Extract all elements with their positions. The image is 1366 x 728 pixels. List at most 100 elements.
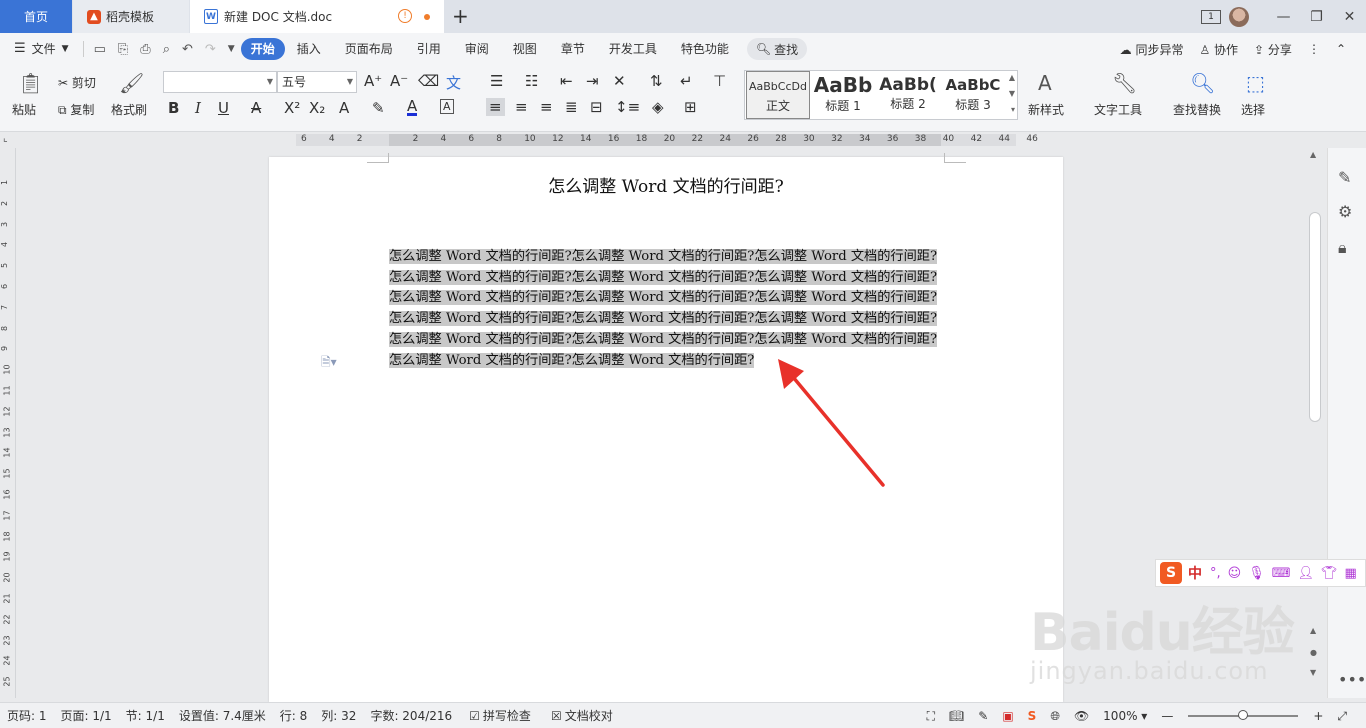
warning-icon[interactable]: ! [398,9,412,23]
bold-icon[interactable]: B [168,99,179,117]
status-page-number[interactable]: 页码: 1 [0,707,54,724]
paste-icon[interactable]: 📋︎ [18,71,43,95]
lock-icon[interactable]: 🔒︎ [1338,238,1347,258]
ime-punctuation-toggle[interactable]: °, [1210,566,1221,581]
styles-scroll-up-icon[interactable]: ▲ [1009,73,1015,82]
document-title[interactable]: 怎么调整 Word 文档的行间距? [269,172,1063,197]
char-border-icon[interactable]: A [440,99,454,114]
font-size-select[interactable]: 五号 ▼ [277,71,357,93]
tab-selector-icon[interactable]: ⌞ [3,133,8,144]
file-menu[interactable]: ☰ 文件 ▼ [0,38,79,60]
clear-format-icon[interactable]: ⌫ [418,72,439,90]
collapse-ribbon-icon[interactable]: ⌃ [1328,42,1354,56]
toolbox-icon[interactable]: ▦ [1345,566,1357,581]
zoom-slider-knob[interactable] [1238,710,1249,720]
borders-icon[interactable]: ⊞ [684,98,697,116]
style-heading-1[interactable]: AaBb 标题 1 [811,71,875,119]
scroll-up-icon[interactable]: ▲ [1310,150,1316,159]
zoom-slider[interactable] [1188,710,1299,720]
underline-icon[interactable]: U [218,99,229,117]
copy-button[interactable]: ⧉ 复制 [58,101,94,118]
grow-font-icon[interactable]: A⁺ [364,72,382,90]
tab-references[interactable]: 引用 [405,38,453,60]
more-options-icon[interactable]: ••• [1338,670,1366,689]
avatar[interactable] [1229,6,1249,27]
keyboard-icon[interactable]: ⌨ [1272,566,1291,581]
new-tab-button[interactable]: + [452,4,469,28]
tab-home[interactable]: 首页 [0,0,72,33]
restore-icon[interactable]: ❐ [1300,9,1333,25]
web-layout-icon[interactable]: 🌐︎ [1043,709,1067,724]
vertical-scrollbar[interactable]: ▲ ▲ ● ▼ [1307,148,1323,698]
adjust-icon[interactable]: ⚙ [1338,202,1352,221]
selected-text[interactable]: 怎么调整 Word 文档的行间距?怎么调整 Word 文档的行间距?怎么调整 W… [389,269,938,285]
customize-toolbar-icon[interactable]: ▼ [222,44,241,54]
tab-page-layout[interactable]: 页面布局 [333,38,405,60]
subscript-icon[interactable]: X₂ [309,99,325,117]
zoom-level[interactable]: 100% ▾ [1096,709,1154,723]
styles-expand-icon[interactable]: ▾ [1011,105,1015,114]
more-icon[interactable]: ⋮ [1300,42,1328,56]
horizontal-ruler[interactable]: ⌞ 6 4 2 2 4 6 8 10 12 14 16 18 20 22 24 26 28 30 32 34 36 38 4… [0,132,1366,148]
highlight-icon[interactable]: ✎ [372,99,385,117]
text-tools-icon[interactable]: 🔧︎ [1112,71,1137,95]
status-setting[interactable]: 设置值: 7.4厘米 [172,707,273,724]
text-line[interactable]: 怎么调整 Word 文档的行间距?怎么调整 Word 文档的行间距?怎么调整 W… [389,268,945,289]
paste-button[interactable]: 粘贴 [12,101,36,118]
font-name-select[interactable]: ▼ [163,71,277,93]
increase-indent-icon[interactable]: ⇥ [586,72,599,90]
scrollbar-thumb[interactable] [1309,212,1321,422]
ime-language-toggle[interactable]: 中 [1188,563,1202,583]
shading-icon[interactable]: ◈ [652,98,664,116]
align-left-icon[interactable]: ≡ [486,98,505,116]
sogou-status-icon[interactable]: S [1021,709,1044,723]
find-replace-icon[interactable]: 🔍︎ [1190,71,1215,95]
strikethrough-icon[interactable]: A [251,99,261,117]
tab-insert[interactable]: 插入 [285,38,333,60]
undo-icon[interactable]: ↶ [176,42,199,57]
selected-text[interactable]: 怎么调整 Word 文档的行间距?怎么调整 Word 文档的行间距?怎么调整 W… [389,311,938,327]
share-button[interactable]: ⇪ 分享 [1246,41,1300,58]
justify-icon[interactable]: ≣ [565,98,578,116]
status-word-count[interactable]: 字数: 204/216 [363,707,459,724]
eye-protection-icon[interactable]: 👁︎ [1067,709,1096,723]
superscript-icon[interactable]: X² [284,99,300,117]
pdf-icon[interactable]: ▣ [995,709,1020,723]
vertical-ruler[interactable]: 1 2 3 4 5 6 7 8 9 10 11 12 13 14 15 16 17 18 19 20 21 22 23 24 2… [0,148,16,698]
phonetic-icon[interactable]: 文 [446,72,461,93]
sort-icon[interactable]: ⇅ [650,72,663,90]
select-button[interactable]: 选择 [1241,101,1265,118]
selected-text[interactable]: 怎么调整 Word 文档的行间距?怎么调整 Word 文档的行间距? [389,352,755,368]
format-painter-button[interactable]: 格式刷 [111,101,147,118]
numbering-icon[interactable]: ☷ [525,72,538,90]
format-painter-icon[interactable]: 🖌︎ [119,71,144,95]
new-style-button[interactable]: 新样式 [1028,101,1064,118]
save-icon[interactable]: ▭ [88,42,112,57]
select-icon[interactable]: ⬚ [1246,71,1265,95]
selected-text[interactable]: 怎么调整 Word 文档的行间距?怎么调整 Word 文档的行间距?怎么调整 W… [389,249,938,264]
style-heading-3[interactable]: AaBbC 标题 3 [941,71,1005,119]
collaborate-button[interactable]: ♙ 协作 [1191,41,1246,58]
selected-text[interactable]: 怎么调整 Word 文档的行间距?怎么调整 Word 文档的行间距?怎么调整 W… [389,331,938,347]
pen-icon[interactable]: ✎ [1338,168,1351,187]
reading-mode-icon[interactable]: 📖︎ [942,709,971,723]
prev-page-icon[interactable]: ▲ [1310,626,1316,635]
find-replace-button[interactable]: 查找替换 [1173,101,1221,118]
status-page[interactable]: 页面: 1/1 [54,707,119,724]
print-preview-icon[interactable]: ⌕ [157,42,176,57]
minimize-icon[interactable]: — [1267,9,1300,25]
text-effect-icon[interactable]: A [339,99,349,117]
doc-proof-button[interactable]: ☒ 文档校对 [541,707,623,724]
zoom-in-icon[interactable]: + [1306,709,1330,723]
fit-page-icon[interactable]: ⤢ [1330,709,1354,724]
select-browse-object-icon[interactable]: ● [1310,648,1317,657]
selected-text[interactable]: 怎么调整 Word 文档的行间距?怎么调整 Word 文档的行间距?怎么调整 W… [389,290,938,306]
status-section[interactable]: 节: 1/1 [119,707,172,724]
distributed-icon[interactable]: ⊟ [590,98,603,116]
decrease-indent-icon[interactable]: ⇤ [560,72,573,90]
cut-button[interactable]: ✂ 剪切 [58,74,96,91]
tab-daoke-templates[interactable]: ▲ 稻壳模板 [73,0,189,33]
line-spacing-icon[interactable]: ↕≡ [615,98,640,116]
tab-chapter[interactable]: 章节 [549,38,597,60]
align-center-icon[interactable]: ≡ [515,98,528,116]
